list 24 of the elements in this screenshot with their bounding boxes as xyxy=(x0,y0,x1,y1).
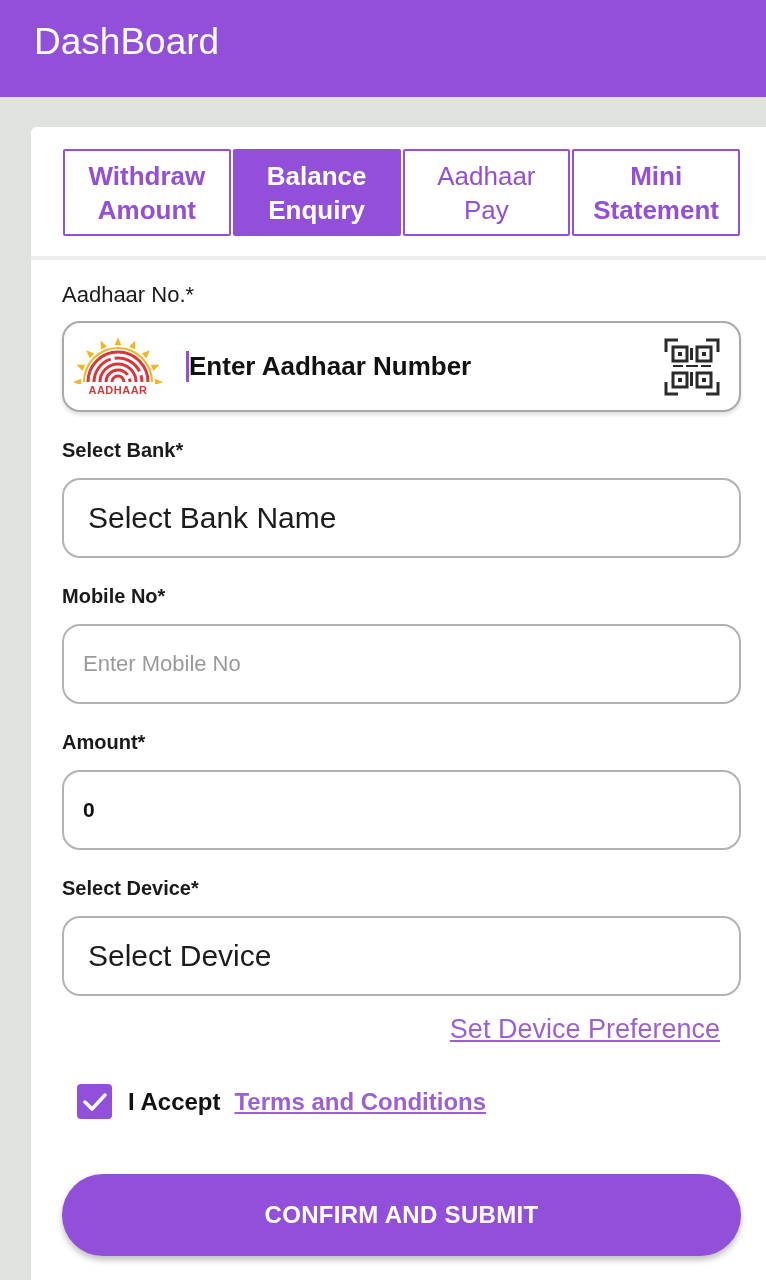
select-field[interactable]: Select Bank Name xyxy=(62,478,741,558)
checkmark-icon xyxy=(82,1091,107,1112)
text-input[interactable]: Enter Aadhaar Number xyxy=(189,351,652,382)
tab[interactable]: Withdraw Amount xyxy=(63,149,231,236)
field-label: Mobile No* xyxy=(62,584,167,608)
tab[interactable]: Balance Enquiry xyxy=(232,149,401,236)
field-label: Aadhaar No.* xyxy=(62,282,196,308)
tab[interactable]: Aadhaar Pay xyxy=(402,149,571,236)
submit-button[interactable]: CONFIRM AND SUBMIT xyxy=(62,1174,741,1256)
tab[interactable]: Mini Statement xyxy=(572,149,740,236)
fingerprint-sun-icon xyxy=(72,337,164,384)
device-preference-link[interactable]: Set Device Preference xyxy=(449,1014,720,1044)
checkbox[interactable] xyxy=(77,1084,112,1119)
field-label: Select Bank* xyxy=(62,438,185,462)
field-label: Amount* xyxy=(62,730,147,754)
input-field[interactable]: Enter Mobile No xyxy=(62,624,741,704)
terms-link[interactable]: Terms and Conditions xyxy=(234,1087,487,1116)
logo-text: AADHAAR xyxy=(88,383,148,396)
accept-label: I Accept xyxy=(128,1087,221,1116)
input-field[interactable]: 0 xyxy=(62,770,741,850)
qr-code-icon[interactable] xyxy=(664,337,720,396)
select-field[interactable]: Select Device xyxy=(62,916,741,996)
field-label: Select Device* xyxy=(62,876,200,900)
page-title: DashBoard xyxy=(34,20,220,64)
